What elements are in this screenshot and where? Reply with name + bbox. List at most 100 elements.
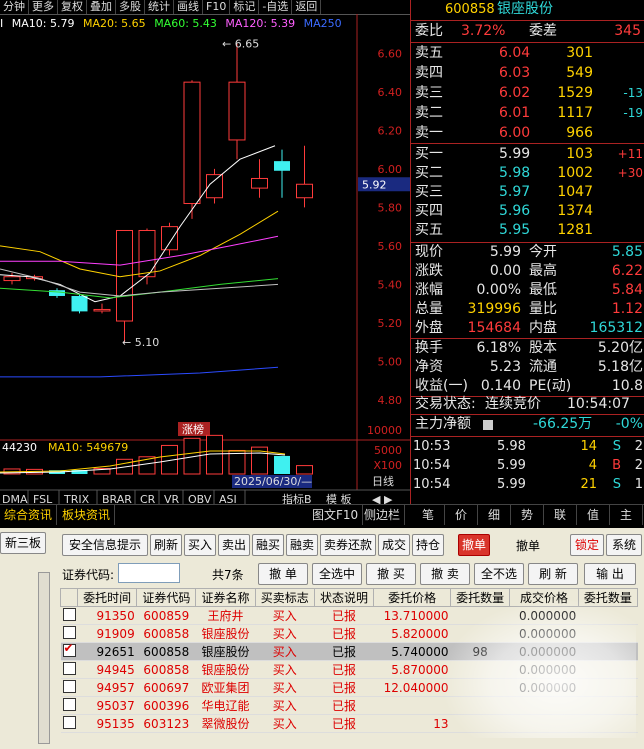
nav-arrows[interactable]: ◀ ▶ (372, 493, 393, 506)
candle-body (296, 183, 313, 199)
volume-tick: 10000 (367, 424, 402, 437)
indicator-tab[interactable]: DMA (2, 493, 28, 506)
stat2-row: 换手 6.18% 股本 5.20亿 (415, 340, 643, 356)
volume-value: 44230 (2, 441, 37, 454)
left-scrollbar[interactable] (38, 572, 50, 744)
kline-chart[interactable]: 6.60 6.40 6.20 6.00 5.80 5.60 5.40 5.20 5.00 4.80… (0, 14, 410, 506)
row-checkbox[interactable] (62, 715, 76, 729)
indicator-tab[interactable]: ASI (219, 493, 237, 506)
toolbar-item[interactable]: 多股 (116, 0, 145, 14)
ma120-label: MA120: 5.39 (225, 17, 296, 30)
info-tab[interactable]: 综合资讯 (0, 505, 58, 525)
ma10-label: MA10: 5.79 (11, 17, 75, 30)
quote-sub-tab[interactable]: 势 (511, 505, 544, 525)
column-header[interactable]: 状态说明 (313, 588, 375, 607)
indicator-tab[interactable]: OBV (188, 493, 212, 506)
f10-tab[interactable]: 图文F10 (308, 505, 364, 525)
tick-row: 10:54 5.99 4 B 2 (413, 458, 643, 473)
action-button[interactable]: 安全信息提示 (62, 534, 148, 556)
indicator-tab[interactable]: TRIX (63, 493, 90, 506)
sidebar-tab[interactable]: 侧边栏 (360, 505, 406, 525)
rank-tag: 涨榜 (182, 422, 204, 436)
action-button[interactable]: 成交 (378, 534, 410, 556)
indicator-tab[interactable]: BRAR (102, 493, 132, 506)
list-action-button[interactable]: 撤 单 (258, 563, 308, 585)
main-force-row: 主力净额 -66.25万 -0% (415, 416, 643, 432)
candle-body (161, 226, 178, 251)
list-action-button[interactable]: 撤 卖 (420, 563, 470, 585)
toolbar-item[interactable]: 画线 (174, 0, 203, 14)
neeq-tab[interactable]: 新三板 (0, 532, 46, 554)
indicator-b-tab[interactable]: 指标B (282, 492, 312, 506)
bid-row: 买三 5.97 1047 (415, 184, 593, 200)
quote-sub-tab[interactable]: 联 (544, 505, 577, 525)
toolbar-item[interactable]: 复权 (58, 0, 87, 14)
price-tick: 5.80 (378, 201, 403, 214)
weibi-label: 委比 (415, 23, 443, 39)
action-button[interactable]: 卖出 (218, 534, 250, 556)
action-button[interactable]: 刷新 (150, 534, 182, 556)
candle-body (251, 177, 268, 189)
tick-row: 10:53 5.98 14 S 2 (413, 439, 643, 454)
stat-row: 涨幅 0.00% 最低 5.84 (415, 282, 643, 298)
list-action-button[interactable]: 输 出 (584, 563, 636, 585)
row-checkbox[interactable] (62, 697, 76, 711)
price-tick: 5.60 (378, 240, 403, 253)
quote-sub-tab[interactable]: 笔 (412, 505, 445, 525)
candle-body (71, 295, 88, 312)
volume-tick: X100 (373, 459, 402, 472)
price-tick: 5.20 (378, 317, 403, 330)
candle-body (183, 81, 201, 205)
weibi-row: 委比 3.72% 委差 345 (411, 22, 644, 41)
list-action-button[interactable]: 全不选 (474, 563, 524, 585)
template-tab[interactable]: 模 板 (326, 492, 352, 506)
column-header[interactable]: 买卖标志 (254, 588, 315, 607)
column-header[interactable]: 委托时间 (76, 588, 138, 607)
action-button[interactable]: 融卖 (286, 534, 318, 556)
system-button[interactable]: 系统 (606, 534, 642, 556)
stat2-row: 净资 5.23 流通 5.18亿 (415, 359, 643, 375)
cancel-order-tab[interactable]: 撤单 (458, 534, 490, 556)
stat-row: 涨跌 0.00 最高 6.22 (415, 263, 643, 279)
row-checkbox[interactable] (62, 679, 76, 693)
quote-sub-tab[interactable]: 细 (478, 505, 511, 525)
list-action-button[interactable]: 刷 新 (528, 563, 578, 585)
ask-row: 卖二 6.01 1117 -19 (415, 105, 643, 121)
column-header[interactable]: 证券代码 (136, 588, 197, 607)
row-checkbox[interactable] (62, 661, 76, 675)
row-checkbox[interactable] (62, 641, 76, 657)
candle-body (138, 229, 156, 278)
action-button[interactable]: 持仓 (412, 534, 444, 556)
info-tab[interactable]: 板块资讯 (58, 505, 116, 525)
volume-ma10: MA10: 549679 (48, 441, 128, 454)
quote-sub-tab[interactable]: 主 (610, 505, 643, 525)
code-input[interactable] (118, 563, 180, 583)
list-action-button[interactable]: 全选中 (312, 563, 362, 585)
toolbar-item[interactable]: 更多 (29, 0, 58, 14)
toolbar-item[interactable]: 统计 (145, 0, 174, 14)
quote-sub-tab[interactable]: 值 (577, 505, 610, 525)
action-button[interactable]: 买入 (184, 534, 216, 556)
chart-toolbar: 分钟 更多 复权 叠加 多股 统计 画线 F10 标记 -自选 返回 (0, 0, 410, 15)
toolbar-item[interactable]: 标记 (230, 0, 260, 14)
row-checkbox[interactable] (62, 607, 76, 621)
stat-row: 现价 5.99 今开 5.85 (415, 244, 643, 260)
toolbar-item[interactable]: 分钟 (0, 0, 29, 14)
toolbar-item[interactable]: F10 (203, 0, 231, 14)
list-action-button[interactable]: 撤 买 (366, 563, 416, 585)
indicator-tab[interactable]: VR (164, 493, 180, 506)
lock-button[interactable]: 锁定 (570, 534, 604, 556)
bar-icon (483, 420, 493, 430)
action-button[interactable]: 卖券还款 (320, 534, 376, 556)
kline-svg: 6.60 6.40 6.20 6.00 5.80 5.60 5.40 5.20 5.00 4.80… (0, 14, 410, 506)
toolbar-item[interactable]: 叠加 (87, 0, 116, 14)
action-button[interactable]: 融买 (252, 534, 284, 556)
toolbar-item[interactable]: 返回 (292, 0, 322, 14)
volume-bar (274, 455, 290, 474)
indicator-tab[interactable]: FSL (33, 493, 53, 506)
toolbar-item[interactable]: -自选 (259, 0, 293, 14)
column-header[interactable]: 证券名称 (195, 588, 256, 607)
indicator-tab[interactable]: CR (140, 493, 156, 506)
row-checkbox[interactable] (62, 625, 76, 639)
quote-sub-tab[interactable]: 价 (445, 505, 478, 525)
